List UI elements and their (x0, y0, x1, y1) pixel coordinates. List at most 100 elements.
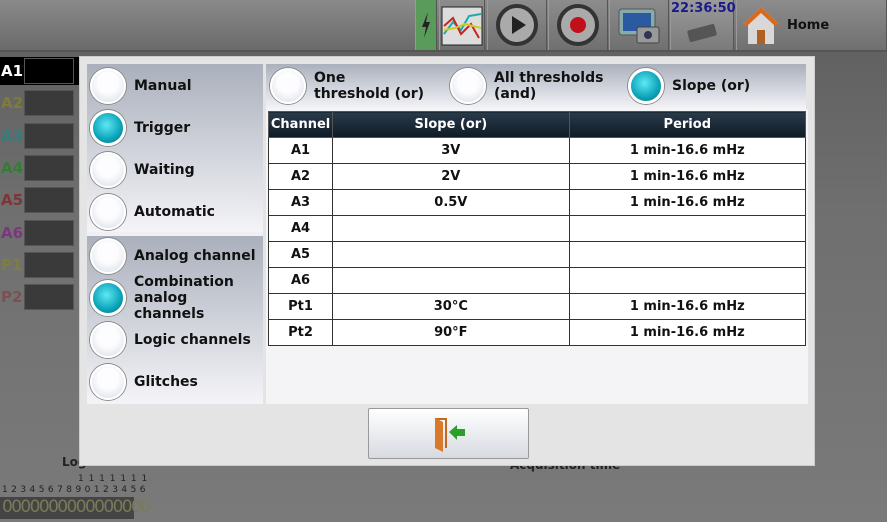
table-row[interactable]: A2 2V 1 min-16.6 mHz (267, 163, 807, 190)
channel-label: A4 (1, 158, 24, 177)
radio-icon[interactable] (270, 68, 306, 104)
channel-label: P2 (1, 288, 23, 307)
channel-row-a4[interactable]: A4 (0, 154, 80, 182)
option-label: Combination analog channels (134, 274, 234, 322)
logic-numbers: 1 2 3 4 5 6 7 8 9 0 1 2 3 4 5 6 (2, 485, 146, 495)
left-panel: Manual Trigger Waiting Automatic Analog cha… (87, 64, 263, 404)
radio-icon[interactable] (90, 152, 126, 188)
table-row[interactable]: A5 (267, 241, 807, 268)
slope-cell[interactable]: 2V (332, 163, 570, 190)
channel-value-box (24, 187, 74, 214)
channel-row-a1[interactable]: A1 (0, 57, 80, 85)
slope-cell[interactable] (332, 215, 570, 242)
slope-cell[interactable]: 30°C (332, 293, 570, 320)
radio-icon[interactable] (90, 194, 126, 230)
play-button[interactable] (487, 0, 547, 50)
home-icon (743, 7, 779, 44)
channel-cell[interactable]: A6 (267, 267, 334, 294)
channel-label: A5 (1, 191, 24, 210)
option-label: All thresholds (and) (494, 70, 604, 102)
option-label: Glitches (134, 374, 198, 390)
table-row[interactable]: Pt1 30°C 1 min-16.6 mHz (267, 293, 807, 320)
period-cell[interactable]: 1 min-16.6 mHz (568, 137, 807, 164)
home-label: Home (787, 17, 830, 33)
chart-button[interactable] (439, 0, 485, 50)
channel-cell[interactable]: Pt1 (267, 293, 334, 320)
channel-row-a6[interactable]: A6 (0, 219, 80, 247)
column-header: Channel (267, 111, 334, 138)
radio-icon[interactable] (628, 68, 664, 104)
channel-cell[interactable]: A2 (267, 163, 334, 190)
home-button[interactable]: Home (736, 0, 887, 50)
record-button[interactable] (548, 0, 608, 50)
option-slope-or-[interactable]: Slope (or) (628, 66, 750, 106)
radio-icon[interactable] (90, 238, 126, 274)
channel-value-box (24, 122, 74, 149)
slope-cell[interactable] (332, 267, 570, 294)
period-cell[interactable] (568, 215, 807, 242)
logic-numbers-top: 1 1 1 1 1 1 1 (78, 474, 149, 484)
column-header: Period (568, 111, 807, 138)
period-cell[interactable]: 1 min-16.6 mHz (568, 293, 807, 320)
channel-cell[interactable]: A1 (267, 137, 334, 164)
option-glitches[interactable]: Glitches (90, 362, 198, 402)
channel-row-p2[interactable]: P2 (0, 283, 80, 311)
channel-row-a2[interactable]: A2 (0, 89, 80, 117)
record-icon (557, 4, 599, 46)
slope-table: Channel Slope (or) Period A1 3V 1 min-16.6 m… (267, 111, 807, 346)
radio-icon[interactable] (90, 110, 126, 146)
channel-cell[interactable]: Pt2 (267, 319, 334, 346)
channel-label: A6 (1, 223, 24, 242)
radio-icon[interactable] (90, 280, 126, 316)
option-combination-analog-channels[interactable]: Combination analog channels (90, 274, 259, 322)
channel-cell[interactable]: A4 (267, 215, 334, 242)
option-waiting[interactable]: Waiting (90, 150, 195, 190)
radio-icon[interactable] (90, 364, 126, 400)
battery-icon (415, 0, 437, 50)
option-one-threshold-or-[interactable]: One threshold (or) (270, 66, 424, 106)
condition-bar: One threshold (or) All thresholds (and) Sl… (266, 64, 806, 109)
option-label: Analog channel (134, 248, 256, 264)
table-row[interactable]: A3 0.5V 1 min-16.6 mHz (267, 189, 807, 216)
slope-cell[interactable]: 0.5V (332, 189, 570, 216)
table-row[interactable]: A4 (267, 215, 807, 242)
slope-cell[interactable]: 3V (332, 137, 570, 164)
exit-button[interactable] (368, 408, 529, 459)
slope-cell[interactable]: 90°F (332, 319, 570, 346)
mode-group: Manual Trigger Waiting Automatic (87, 64, 263, 232)
memory-button[interactable]: 22:36:50 (670, 0, 736, 50)
option-label: Trigger (134, 120, 191, 136)
radio-icon[interactable] (450, 68, 486, 104)
memory-chip-icon (687, 24, 717, 42)
period-cell[interactable] (568, 267, 807, 294)
option-label: One threshold (or) (314, 70, 424, 102)
trigger-dialog: Manual Trigger Waiting Automatic Analog cha… (79, 56, 815, 466)
channel-value-box (24, 58, 74, 84)
slope-cell[interactable] (332, 241, 570, 268)
period-cell[interactable]: 1 min-16.6 mHz (568, 319, 807, 346)
option-automatic[interactable]: Automatic (90, 192, 215, 232)
channel-row-a5[interactable]: A5 (0, 186, 80, 214)
option-all-thresholds-and-[interactable]: All thresholds (and) (450, 66, 604, 106)
channel-row-a3[interactable]: A3 (0, 122, 80, 150)
period-cell[interactable]: 1 min-16.6 mHz (568, 163, 807, 190)
period-cell[interactable]: 1 min-16.6 mHz (568, 189, 807, 216)
channel-label: A2 (1, 94, 24, 113)
option-label: Logic channels (134, 332, 251, 348)
channel-value-box (24, 219, 74, 246)
table-row[interactable]: A1 3V 1 min-16.6 mHz (267, 137, 807, 164)
table-row[interactable]: Pt2 90°F 1 min-16.6 mHz (267, 319, 807, 346)
option-analog-channel[interactable]: Analog channel (90, 236, 256, 276)
option-manual[interactable]: Manual (90, 66, 192, 106)
radio-icon[interactable] (90, 322, 126, 358)
option-trigger[interactable]: Trigger (90, 108, 190, 148)
channel-cell[interactable]: A3 (267, 189, 334, 216)
option-logic-channels[interactable]: Logic channels (90, 320, 251, 360)
top-toolbar: 22:36:50 Home (0, 0, 887, 52)
channel-row-p1[interactable]: P1 (0, 251, 80, 279)
period-cell[interactable] (568, 241, 807, 268)
channel-cell[interactable]: A5 (267, 241, 334, 268)
table-row[interactable]: A6 (267, 267, 807, 294)
radio-icon[interactable] (90, 68, 126, 104)
screenshot-button[interactable] (609, 0, 669, 50)
